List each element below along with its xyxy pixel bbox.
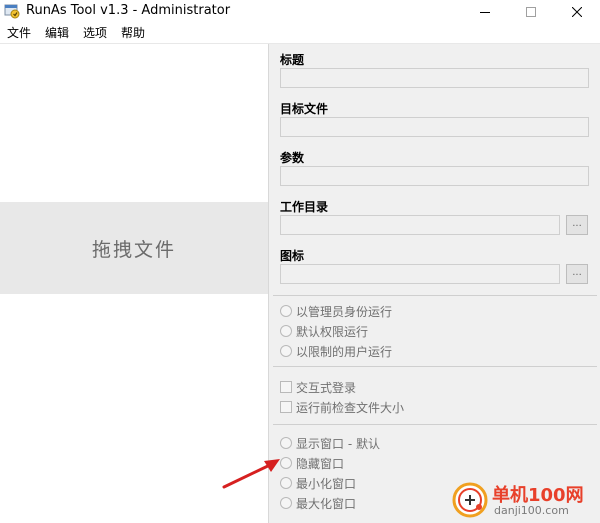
watermark-logo-icon <box>452 482 488 518</box>
target-file-input[interactable] <box>280 117 589 137</box>
maximize-icon <box>526 6 536 17</box>
maximize-window-radio[interactable]: 最大化窗口 <box>280 494 356 512</box>
radio-label: 最大化窗口 <box>296 496 357 511</box>
window-title: RunAs Tool v1.3 - Administrator <box>26 3 231 18</box>
menu-file[interactable]: 文件 <box>0 23 38 43</box>
check-file-size-checkbox[interactable]: 运行前检查文件大小 <box>280 398 404 416</box>
params-field-label: 参数 <box>280 151 305 165</box>
title-bar[interactable]: RunAs Tool v1.3 - Administrator <box>0 0 600 23</box>
separator <box>273 366 597 367</box>
menu-bar: 文件 编辑 选项 帮助 <box>0 23 600 43</box>
close-icon <box>572 6 582 17</box>
minimize-button[interactable] <box>462 0 508 23</box>
minimize-icon <box>480 11 490 13</box>
workdir-field-label: 工作目录 <box>280 200 329 214</box>
icon-browse-button[interactable]: ... <box>566 264 588 284</box>
minimize-window-radio[interactable]: 最小化窗口 <box>280 474 356 492</box>
drop-zone-label: 拖拽文件 <box>91 238 176 261</box>
site-watermark: 单机100网 danji100.com <box>452 478 600 523</box>
menu-edit[interactable]: 编辑 <box>38 23 76 43</box>
run-as-admin-radio[interactable]: 以管理员身份运行 <box>280 302 392 320</box>
workdir-input[interactable] <box>280 215 560 235</box>
watermark-url: danji100.com <box>494 504 569 517</box>
app-icon <box>4 4 20 19</box>
maximize-button[interactable] <box>508 0 554 23</box>
title-field-label: 标题 <box>280 53 305 67</box>
workdir-browse-button[interactable]: ... <box>566 215 588 235</box>
radio-label: 以限制的用户运行 <box>296 344 393 359</box>
drop-zone[interactable]: 拖拽文件 <box>0 202 268 294</box>
run-default-radio[interactable]: 默认权限运行 <box>280 322 368 340</box>
file-drop-panel[interactable]: 拖拽文件 <box>0 44 268 523</box>
show-window-radio[interactable]: 显示窗口 - 默认 <box>280 434 380 452</box>
run-restricted-radio[interactable]: 以限制的用户运行 <box>280 342 392 360</box>
settings-panel: 标题 目标文件 参数 工作目录 ... 图标 ... 以管理员身份运行 默认权限… <box>268 44 600 523</box>
radio-label: 隐藏窗口 <box>296 456 345 471</box>
checkbox-indicator <box>280 401 292 413</box>
radio-indicator <box>280 305 292 317</box>
checkbox-indicator <box>280 381 292 393</box>
radio-indicator <box>280 497 292 509</box>
radio-label: 默认权限运行 <box>296 324 369 339</box>
icon-input[interactable] <box>280 264 560 284</box>
interactive-login-checkbox[interactable]: 交互式登录 <box>280 378 356 396</box>
target-field-label: 目标文件 <box>280 102 329 116</box>
radio-indicator <box>280 437 292 449</box>
title-input[interactable] <box>280 68 589 88</box>
checkbox-label: 交互式登录 <box>296 380 357 395</box>
radio-indicator <box>280 325 292 337</box>
radio-indicator <box>280 345 292 357</box>
radio-label: 以管理员身份运行 <box>296 304 393 319</box>
close-button[interactable] <box>554 0 600 23</box>
params-input[interactable] <box>280 166 589 186</box>
icon-field-label: 图标 <box>280 249 305 263</box>
radio-label: 最小化窗口 <box>296 476 357 491</box>
hide-window-radio[interactable]: 隐藏窗口 <box>280 454 344 472</box>
separator <box>273 295 597 296</box>
radio-label: 显示窗口 - 默认 <box>296 436 380 451</box>
annotation-arrow-icon <box>222 459 280 489</box>
menu-options[interactable]: 选项 <box>76 23 114 43</box>
menu-help[interactable]: 帮助 <box>114 23 152 43</box>
checkbox-label: 运行前检查文件大小 <box>296 400 405 415</box>
separator <box>273 424 597 425</box>
